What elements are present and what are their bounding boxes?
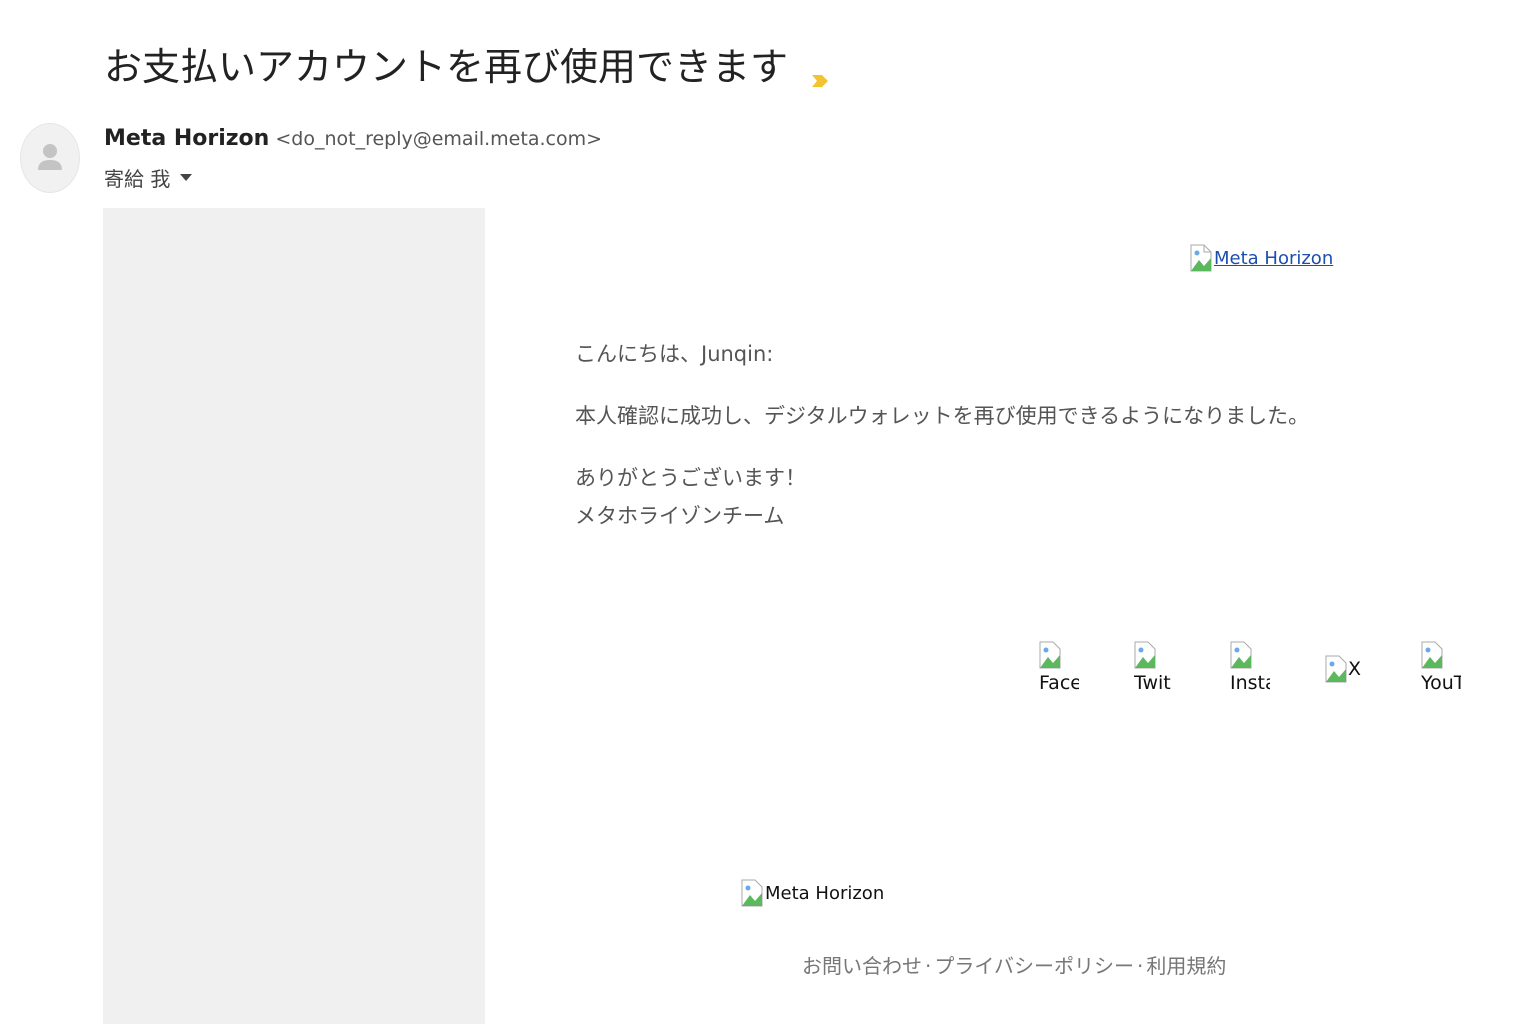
youtube-icon [1421,641,1443,669]
sender-line: Meta Horizon <do_not_reply@email.meta.co… [104,126,602,151]
footer-logo: Meta Horizon [741,879,884,907]
twitter-icon [1134,641,1156,669]
youtube-link[interactable]: YouT [1421,641,1461,701]
subject-text: お支払いアカウントを再び使用できます [104,45,789,89]
thanks-text: ありがとうございます！ [575,466,806,490]
signature-text: メタホライゾンチーム [575,504,785,528]
youtube-alt: YouT [1421,672,1461,694]
footer-link-contact[interactable]: お問い合わせ [802,954,922,978]
greeting-text: こんにちは、Junqin: [575,342,774,366]
x-link[interactable]: X [1325,655,1361,683]
footer-separator: · [1136,954,1144,978]
person-icon [38,144,62,170]
sender-email: <do_not_reply@email.meta.com> [275,128,602,150]
facebook-link[interactable]: Face [1039,641,1079,701]
sender-name[interactable]: Meta Horizon [104,126,269,151]
instagram-alt: Insta [1230,672,1270,694]
broken-image-icon [741,879,763,907]
instagram-icon [1230,641,1252,669]
sender-avatar [20,123,80,193]
instagram-link[interactable]: Insta [1230,641,1270,701]
important-marker-icon[interactable] [810,56,830,87]
header-logo-alt: Meta Horizon [1214,248,1334,269]
footer-separator: · [925,954,932,978]
facebook-icon [1039,641,1061,669]
email-subject: お支払いアカウントを再び使用できます [104,36,830,91]
twitter-alt: Twit [1134,672,1171,694]
footer-link-privacy[interactable]: プライバシーポリシー [934,954,1134,978]
footer-logo-alt: Meta Horizon [765,883,885,904]
x-alt: X [1348,658,1362,680]
message-text: 本人確認に成功し、デジタルウォレットを再び使用できるようになりました。 [575,404,1310,428]
recipient-line[interactable]: 寄給 我 [104,163,193,192]
email-side-panel [103,208,485,1024]
facebook-alt: Face [1039,672,1079,694]
twitter-link[interactable]: Twit [1134,641,1174,701]
x-icon [1325,655,1347,683]
footer-links: お問い合わせ · プライバシーポリシー · 利用規約 [802,950,1226,979]
footer-link-terms[interactable]: 利用規約 [1146,954,1226,978]
recipient-label: 寄給 我 [104,167,171,191]
header-logo-link[interactable]: Meta Horizon [1190,244,1333,272]
chevron-down-icon[interactable] [180,174,193,181]
broken-image-icon [1190,244,1212,272]
